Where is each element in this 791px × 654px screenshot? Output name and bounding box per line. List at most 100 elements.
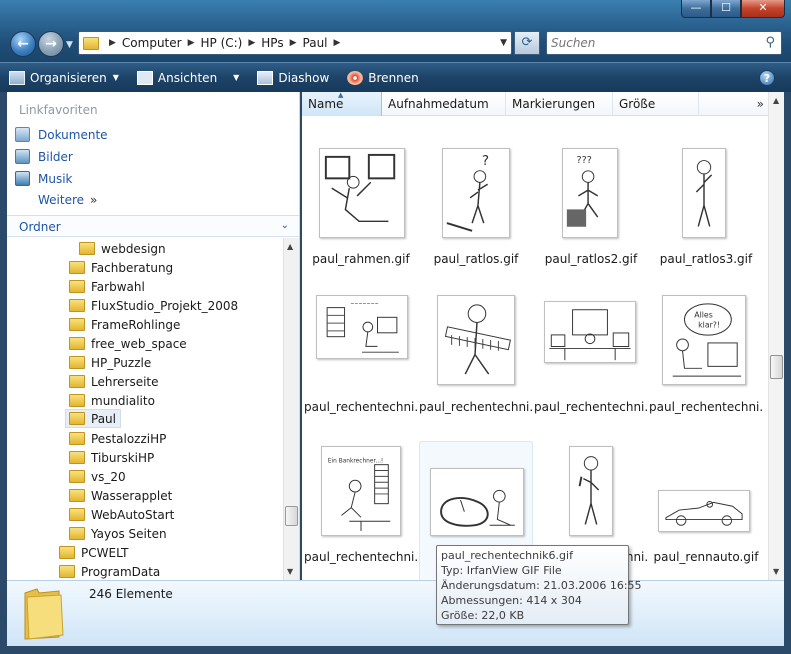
file-tile[interactable]: paul_ratlos3.gif [649,136,763,276]
tree-item-fachberatung[interactable]: Fachberatung [69,258,173,277]
breadcrumb-drive[interactable]: HP (C:) [201,36,243,50]
tree-label: FrameRohlinge [91,317,181,332]
search-input[interactable] [551,35,751,51]
tree-item-wasserapplet[interactable]: Wasserapplet [69,486,172,505]
tree-item-framerohlinge[interactable]: FrameRohlinge [69,315,180,334]
organize-icon [9,70,25,85]
folder-icon [69,280,85,293]
column-header-date-taken[interactable]: Aufnahmedatum [382,92,506,116]
documents-icon [15,127,30,142]
chevron-right-icon[interactable]: ▶ [290,38,297,48]
minimize-button[interactable]: — [681,0,711,18]
sort-ascending-icon: ▲ [338,91,344,99]
forward-arrow-icon: → [45,36,57,52]
chevron-right-icon[interactable]: ▶ [109,38,116,48]
tree-item-pestalozzihp[interactable]: PestalozziHP [69,429,166,448]
slideshow-label: Diashow [278,70,330,85]
file-tile[interactable]: paul_rennauto.gif [649,434,763,574]
tree-label: PestalozziHP [91,431,167,446]
file-tile[interactable]: ??? paul_ratlos2.gif [534,136,648,276]
folder-icon [69,375,85,388]
file-name: paul_rechentechni... [649,400,763,414]
scroll-down-arrow-icon[interactable]: ▼ [773,567,779,576]
maximize-button[interactable]: ☐ [711,0,741,18]
address-bar[interactable]: ▶ Computer ▶ HP (C:) ▶ HPs ▶ Paul ▶ ▼ [78,31,512,55]
thumbnail-image: Ein Bankrechner...! [321,446,401,536]
scrollbar-thumb[interactable] [285,506,298,526]
file-tile[interactable]: ~~~~~~~ paul_rechentechni... [304,284,418,424]
tree-item-farbwahl[interactable]: Farbwahl [69,277,145,296]
chevron-right-icon[interactable]: ▶ [248,38,255,48]
file-tile[interactable]: paul_rahmen.gif [304,136,418,276]
file-name: paul_rahmen.gif [312,252,410,266]
thumbnail-image: ? [442,148,510,238]
large-folder-icon [24,588,64,640]
folder-icon [79,242,95,255]
favorite-documents[interactable]: Dokumente [15,127,108,142]
tree-item-paul[interactable]: Paul [65,409,121,428]
views-label: Ansichten [157,70,218,85]
scroll-up-arrow-icon[interactable]: ▲ [287,242,293,251]
file-list-scrollbar[interactable]: ▲ ▼ [768,92,784,580]
tree-item-fluxstudio[interactable]: FluxStudio_Projekt_2008 [69,296,238,315]
search-box[interactable]: ⚲ [546,31,782,55]
refresh-button[interactable]: ⟳ [514,31,540,55]
file-tile[interactable]: Ein Bankrechner...! paul_rechentechni... [304,434,418,574]
folder-tree: webdesign Fachberatung Farbwahl FluxStud… [7,238,283,580]
chevron-right-icon[interactable]: ▶ [188,38,195,48]
favorite-music[interactable]: Musik [15,171,73,186]
address-history-dropdown-icon[interactable]: ▼ [500,38,507,48]
search-icon[interactable]: ⚲ [765,35,775,50]
folders-header-bar[interactable]: Ordner ⌄ [7,215,299,237]
tree-item-lehrerseite[interactable]: Lehrerseite [69,372,159,391]
file-info-tooltip: paul_rechentechnik6.gif Typ: IrfanView G… [436,545,642,625]
help-button[interactable]: ? [759,70,775,86]
burn-button[interactable]: Brennen [338,63,427,92]
back-button[interactable]: ← [10,31,36,57]
breadcrumb-paul[interactable]: Paul [303,36,328,50]
tree-item-yayos-seiten[interactable]: Yayos Seiten [69,524,167,543]
tree-label: FluxStudio_Projekt_2008 [91,298,239,313]
file-tile[interactable]: ? paul_ratlos.gif [419,136,533,276]
tree-item-programdata[interactable]: ProgramData [59,562,160,580]
tree-item-hp-puzzle[interactable]: HP_Puzzle [69,353,151,372]
favorite-pictures[interactable]: Bilder [15,149,73,164]
file-tile[interactable]: paul_rechentechni... [419,284,533,424]
tree-label: Yayos Seiten [91,526,167,541]
file-name: paul_rechentechni... [419,400,533,414]
column-header-name[interactable]: ▲ Name [302,91,382,116]
slideshow-icon [257,70,274,85]
scroll-down-arrow-icon[interactable]: ▼ [287,567,293,576]
tree-item-pcwelt[interactable]: PCWELT [59,543,128,562]
file-name: paul_rechentechni... [304,400,418,414]
recent-pages-dropdown-icon[interactable]: ▼ [66,40,73,50]
item-count: 246 Elemente [89,587,173,601]
views-button[interactable]: Ansichten ▼ [128,63,248,92]
folder-tree-scrollbar[interactable]: ▲ ▼ [283,238,299,580]
file-tile[interactable]: paul_rechentechni... [534,284,648,424]
organize-button[interactable]: Organisieren ▼ [0,63,128,92]
forward-button[interactable]: → [38,31,64,57]
more-columns-icon[interactable]: » [757,97,764,111]
tree-item-vs20[interactable]: vs_20 [69,467,126,486]
breadcrumb-computer[interactable]: Computer [122,36,182,50]
chevron-right-icon[interactable]: ▶ [334,38,341,48]
tree-item-webautostart[interactable]: WebAutoStart [69,505,174,524]
tree-item-mundialito[interactable]: mundialito [69,391,155,410]
folder-icon [69,261,85,274]
folder-icon [69,337,85,350]
close-button[interactable]: ✕ [741,0,785,18]
scrollbar-thumb[interactable] [770,355,783,379]
column-header-size[interactable]: Größe [613,92,699,116]
scroll-up-arrow-icon[interactable]: ▲ [773,96,779,105]
tree-item-webdesign[interactable]: webdesign [79,239,166,258]
tree-label: Farbwahl [91,279,145,294]
slideshow-button[interactable]: Diashow [248,63,338,92]
breadcrumb-hps[interactable]: HPs [261,36,283,50]
tooltip-modified-date: Änderungsdatum: 21.03.2006 16:55 [441,579,642,592]
file-tile[interactable]: Alles klar?! paul_rechentechni... [649,284,763,424]
favorites-more-link[interactable]: Weitere » [38,193,97,207]
tree-item-free-web-space[interactable]: free_web_space [69,334,187,353]
column-header-tags[interactable]: Markierungen [506,92,613,116]
tree-item-tiburskihp[interactable]: TiburskiHP [69,448,154,467]
